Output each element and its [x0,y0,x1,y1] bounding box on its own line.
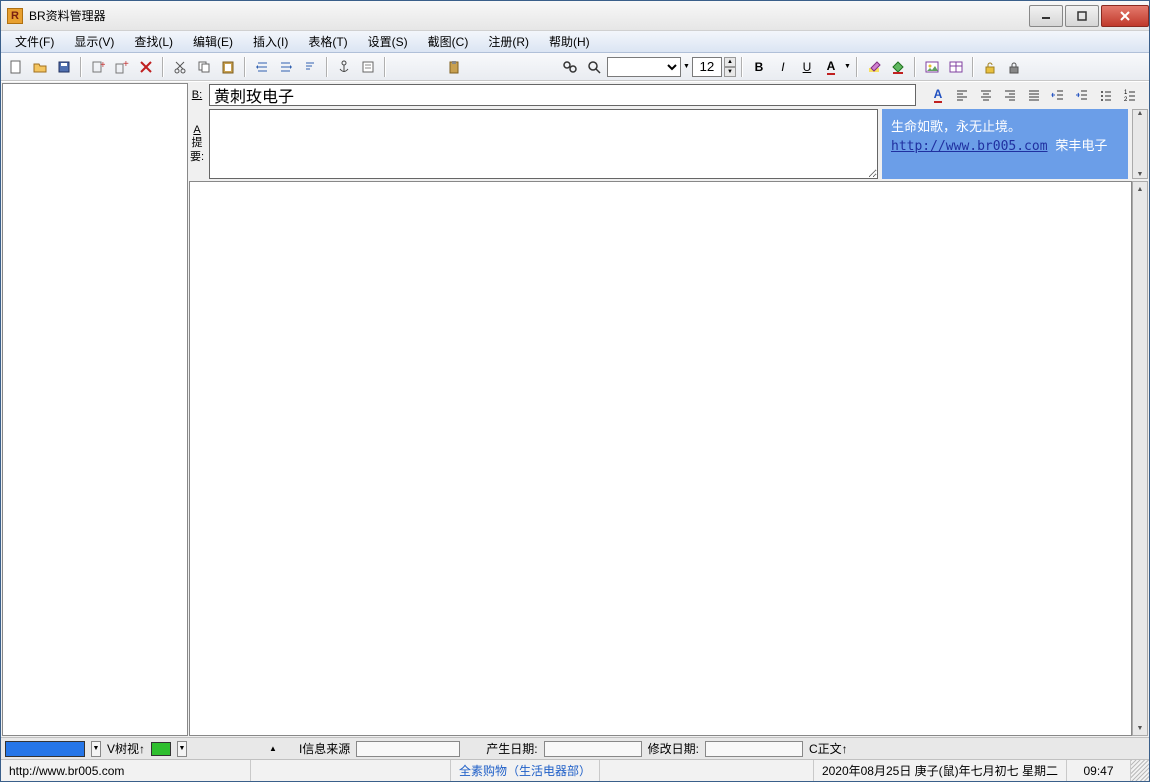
title-input[interactable] [209,84,916,106]
add-sibling-icon[interactable]: + [87,56,109,78]
svg-text:+: + [100,60,105,71]
tree-color-swatch[interactable] [5,741,85,757]
copy-icon[interactable] [193,56,215,78]
menu-find[interactable]: 查找(L) [124,31,183,52]
delete-icon[interactable] [135,56,157,78]
menu-register[interactable]: 注册(R) [478,31,539,52]
anchor-icon[interactable] [333,56,355,78]
properties-icon[interactable] [357,56,379,78]
fill-color-icon[interactable] [887,56,909,78]
summary-input[interactable] [209,109,878,179]
toolbar: + + ▼ ▲▼ B I U A ▼ [1,53,1149,81]
color-swatch-2[interactable] [151,742,171,756]
window-title: BR资料管理器 [29,7,1027,24]
close-button[interactable] [1101,5,1149,27]
up-arrow-icon[interactable]: ▲ [269,744,277,753]
insert-image-icon[interactable] [921,56,943,78]
source-label: I信息来源 [299,740,350,757]
font-color-button[interactable]: A [820,56,842,78]
text-color-icon[interactable]: A [928,85,948,105]
menu-capture[interactable]: 截图(C) [418,31,479,52]
align-left-icon[interactable] [952,85,972,105]
title-bar: R BR资料管理器 [1,1,1149,31]
tree-color-dropdown[interactable]: ▼ [91,741,101,757]
align-justify-icon[interactable] [1024,85,1044,105]
summary-label: A提要: [189,109,205,179]
info-scrollbar[interactable]: ▲▼ [1132,109,1148,179]
info-line1: 生命如歌，永无止境。 [891,116,1119,135]
font-family-select[interactable] [607,57,681,77]
cut-icon[interactable] [169,56,191,78]
menu-edit[interactable]: 编辑(E) [183,31,243,52]
insert-table-icon[interactable] [945,56,967,78]
new-icon[interactable] [5,56,27,78]
editor-scrollbar[interactable]: ▲▼ [1132,181,1148,736]
add-child-icon[interactable]: + [111,56,133,78]
find-icon[interactable] [559,56,581,78]
save-icon[interactable] [53,56,75,78]
info-tail: 荣丰电子 [1055,139,1107,154]
underline-button[interactable]: U [796,56,818,78]
source-field[interactable] [356,741,460,757]
maximize-button[interactable] [1065,5,1099,27]
svg-text:+: + [123,60,129,70]
status-shop-link[interactable]: 全素购物（生活电器部） [451,760,600,781]
menu-insert[interactable]: 插入(I) [243,31,298,52]
indent-tree-icon[interactable] [275,56,297,78]
status-url: http://www.br005.com [1,760,251,781]
align-center-icon[interactable] [976,85,996,105]
menu-table[interactable]: 表格(T) [298,31,357,52]
status-date: 2020年08月25日 庚子(鼠)年七月初七 星期二 [814,760,1067,781]
open-icon[interactable] [29,56,51,78]
info-panel: 生命如歌，永无止境。 http://www.br005.com 荣丰电子 [882,109,1128,179]
body-label[interactable]: C正文↑ [809,740,848,757]
info-url-link[interactable]: http://www.br005.com [891,139,1048,154]
italic-button[interactable]: I [772,56,794,78]
status-bar: http://www.br005.com 全素购物（生活电器部） 2020年08… [1,759,1149,781]
align-right-icon[interactable] [1000,85,1020,105]
svg-text:1: 1 [1124,90,1128,96]
bold-button[interactable]: B [748,56,770,78]
bullet-list-icon[interactable] [1096,85,1116,105]
menu-bar: 文件(F) 显示(V) 查找(L) 编辑(E) 插入(I) 表格(T) 设置(S… [1,31,1149,53]
minimize-button[interactable] [1029,5,1063,27]
svg-text:2: 2 [1124,97,1128,102]
options-bar: ▼ V树视↑ ▼ ▲ I信息来源 产生日期: 修改日期: C正文↑ [1,737,1149,759]
outdent-icon[interactable] [1048,85,1068,105]
menu-view[interactable]: 显示(V) [64,31,124,52]
modify-date-label: 修改日期: [648,740,699,757]
menu-file[interactable]: 文件(F) [5,31,64,52]
number-list-icon[interactable]: 12 [1120,85,1140,105]
tree-view-label[interactable]: V树视↑ [107,740,145,757]
lock-open-icon[interactable] [979,56,1001,78]
color-dropdown-2[interactable]: ▼ [177,741,187,757]
app-icon: R [7,8,23,24]
zoom-icon[interactable] [583,56,605,78]
menu-help[interactable]: 帮助(H) [539,31,600,52]
create-date-label: 产生日期: [486,740,537,757]
paste-icon[interactable] [217,56,239,78]
lock-closed-icon[interactable] [1003,56,1025,78]
indent-icon[interactable] [1072,85,1092,105]
outdent-tree-icon[interactable] [251,56,273,78]
tree-panel[interactable] [2,83,188,736]
sort-icon[interactable] [299,56,321,78]
clipboard-icon[interactable] [443,56,465,78]
editor-area[interactable] [189,181,1132,736]
status-time: 09:47 [1067,760,1131,781]
menu-settings[interactable]: 设置(S) [358,31,418,52]
font-size-spinner[interactable]: ▲▼ [724,57,736,77]
title-label: B: [189,89,205,101]
font-size-input[interactable] [692,57,722,77]
create-date-field[interactable] [544,741,642,757]
modify-date-field[interactable] [705,741,803,757]
resize-grip[interactable] [1131,760,1149,781]
highlight-icon[interactable] [863,56,885,78]
